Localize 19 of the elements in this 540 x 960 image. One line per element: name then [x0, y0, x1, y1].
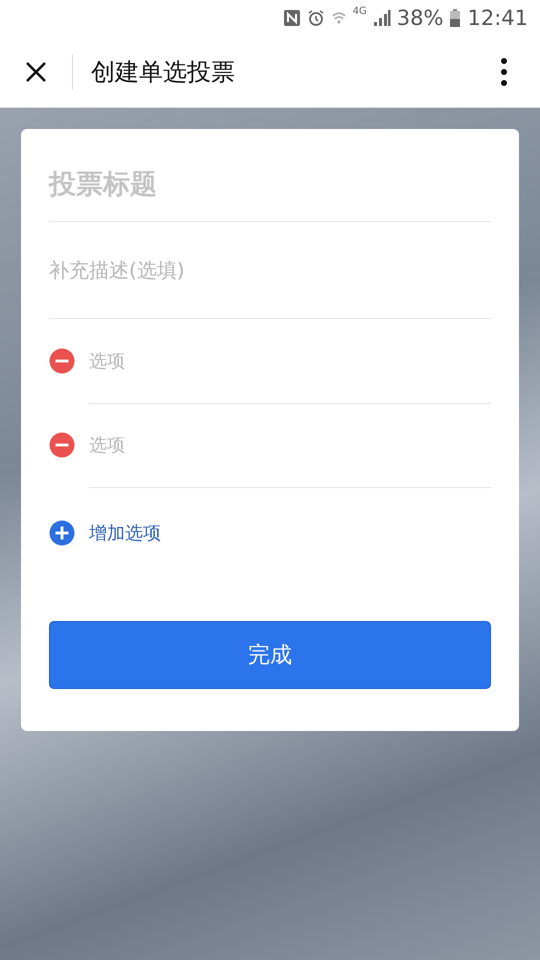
network-label: 4G	[352, 6, 367, 17]
plus-icon	[49, 520, 75, 546]
nfc-icon	[282, 9, 301, 27]
remove-option-button[interactable]	[49, 348, 75, 374]
add-option-button[interactable]: 增加选项	[49, 487, 491, 579]
submit-button[interactable]: 完成	[49, 621, 491, 689]
battery-percent: 38%	[396, 6, 444, 30]
alarm-icon	[306, 9, 325, 27]
page-title: 创建单选投票	[91, 56, 235, 88]
description-field[interactable]: 补充描述(选填)	[49, 222, 491, 319]
title-field[interactable]: 投票标题	[49, 147, 491, 222]
battery-icon	[449, 8, 462, 28]
close-button[interactable]	[24, 60, 48, 84]
remove-option-button[interactable]	[49, 432, 75, 458]
option-field[interactable]: 选项	[89, 402, 491, 488]
signal-icon	[372, 9, 391, 27]
option-field[interactable]: 选项	[89, 318, 491, 404]
more-menu-button[interactable]	[500, 56, 508, 86]
clock-time: 12:41	[467, 6, 528, 30]
